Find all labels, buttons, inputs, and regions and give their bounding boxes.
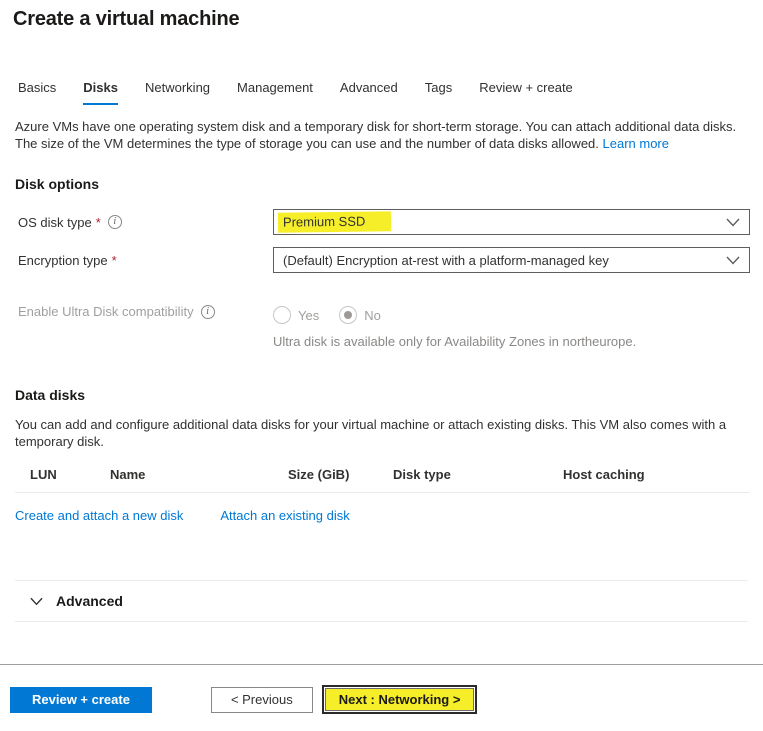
tab-basics[interactable]: Basics [18, 80, 56, 105]
footer-bar: Review + create < Previous Next : Networ… [0, 664, 763, 731]
info-icon[interactable]: i [108, 215, 122, 229]
page-title: Create a virtual machine [13, 8, 750, 31]
chevron-down-icon [726, 256, 740, 265]
encryption-type-label: Encryption type * [18, 253, 273, 268]
column-header-host-caching: Host caching [563, 467, 750, 482]
required-asterisk: * [112, 253, 117, 268]
create-attach-new-disk-link[interactable]: Create and attach a new disk [15, 508, 183, 523]
disks-intro-text: Azure VMs have one operating system disk… [15, 118, 750, 152]
ultra-disk-hint: Ultra disk is available only for Availab… [273, 334, 750, 349]
ultra-disk-radio-yes: Yes [273, 306, 319, 324]
data-disks-links: Create and attach a new disk Attach an e… [15, 508, 750, 523]
ultra-disk-radio-group: Yes No [273, 304, 381, 324]
ultra-disk-radio-no: No [339, 306, 381, 324]
column-header-size: Size (GiB) [288, 467, 393, 482]
advanced-collapsible-header[interactable]: Advanced [15, 580, 748, 622]
review-create-button[interactable]: Review + create [10, 687, 152, 713]
encryption-type-label-text: Encryption type [18, 253, 108, 268]
ultra-disk-label-text: Enable Ultra Disk compatibility [18, 304, 194, 319]
tab-tags[interactable]: Tags [425, 80, 452, 105]
os-disk-type-row: OS disk type * i Premium SSD [18, 209, 750, 235]
radio-no-label: No [364, 308, 381, 323]
chevron-down-icon [726, 218, 740, 227]
os-disk-type-label-text: OS disk type [18, 215, 92, 230]
learn-more-link[interactable]: Learn more [603, 136, 669, 151]
disk-options-heading: Disk options [15, 176, 750, 192]
ultra-disk-row: Enable Ultra Disk compatibility i Yes No [18, 304, 750, 324]
tab-bar: Basics Disks Networking Management Advan… [18, 80, 750, 105]
tab-advanced[interactable]: Advanced [340, 80, 398, 105]
info-icon[interactable]: i [201, 305, 215, 319]
column-header-disk-type: Disk type [393, 467, 563, 482]
encryption-type-dropdown[interactable]: (Default) Encryption at-rest with a plat… [273, 247, 750, 273]
column-header-lun: LUN [15, 467, 110, 482]
advanced-section-label: Advanced [56, 593, 123, 609]
data-disks-table-header: LUN Name Size (GiB) Disk type Host cachi… [15, 467, 750, 493]
next-networking-button-label: Next : Networking > [325, 688, 475, 711]
data-disks-description: You can add and configure additional dat… [15, 416, 750, 450]
footer-buttons: Review + create < Previous Next : Networ… [0, 665, 763, 714]
next-networking-button[interactable]: Next : Networking > [322, 685, 478, 714]
radio-yes-label: Yes [298, 308, 319, 323]
column-header-name: Name [110, 467, 288, 482]
os-disk-type-dropdown[interactable]: Premium SSD [273, 209, 750, 235]
previous-button[interactable]: < Previous [211, 687, 313, 713]
tab-networking[interactable]: Networking [145, 80, 210, 105]
encryption-type-row: Encryption type * (Default) Encryption a… [18, 247, 750, 273]
attach-existing-disk-link[interactable]: Attach an existing disk [220, 508, 349, 523]
tab-disks[interactable]: Disks [83, 80, 118, 105]
os-disk-type-value: Premium SSD [278, 211, 392, 232]
create-vm-page: Create a virtual machine Basics Disks Ne… [0, 8, 763, 622]
chevron-down-icon [30, 597, 43, 606]
os-disk-type-label: OS disk type * i [18, 215, 273, 230]
tab-management[interactable]: Management [237, 80, 313, 105]
encryption-type-value: (Default) Encryption at-rest with a plat… [283, 253, 609, 268]
data-disks-heading: Data disks [15, 387, 750, 403]
required-asterisk: * [96, 215, 101, 230]
tab-review-create[interactable]: Review + create [479, 80, 573, 105]
ultra-disk-label: Enable Ultra Disk compatibility i [18, 304, 273, 319]
radio-checked-icon [339, 306, 357, 324]
radio-unchecked-icon [273, 306, 291, 324]
